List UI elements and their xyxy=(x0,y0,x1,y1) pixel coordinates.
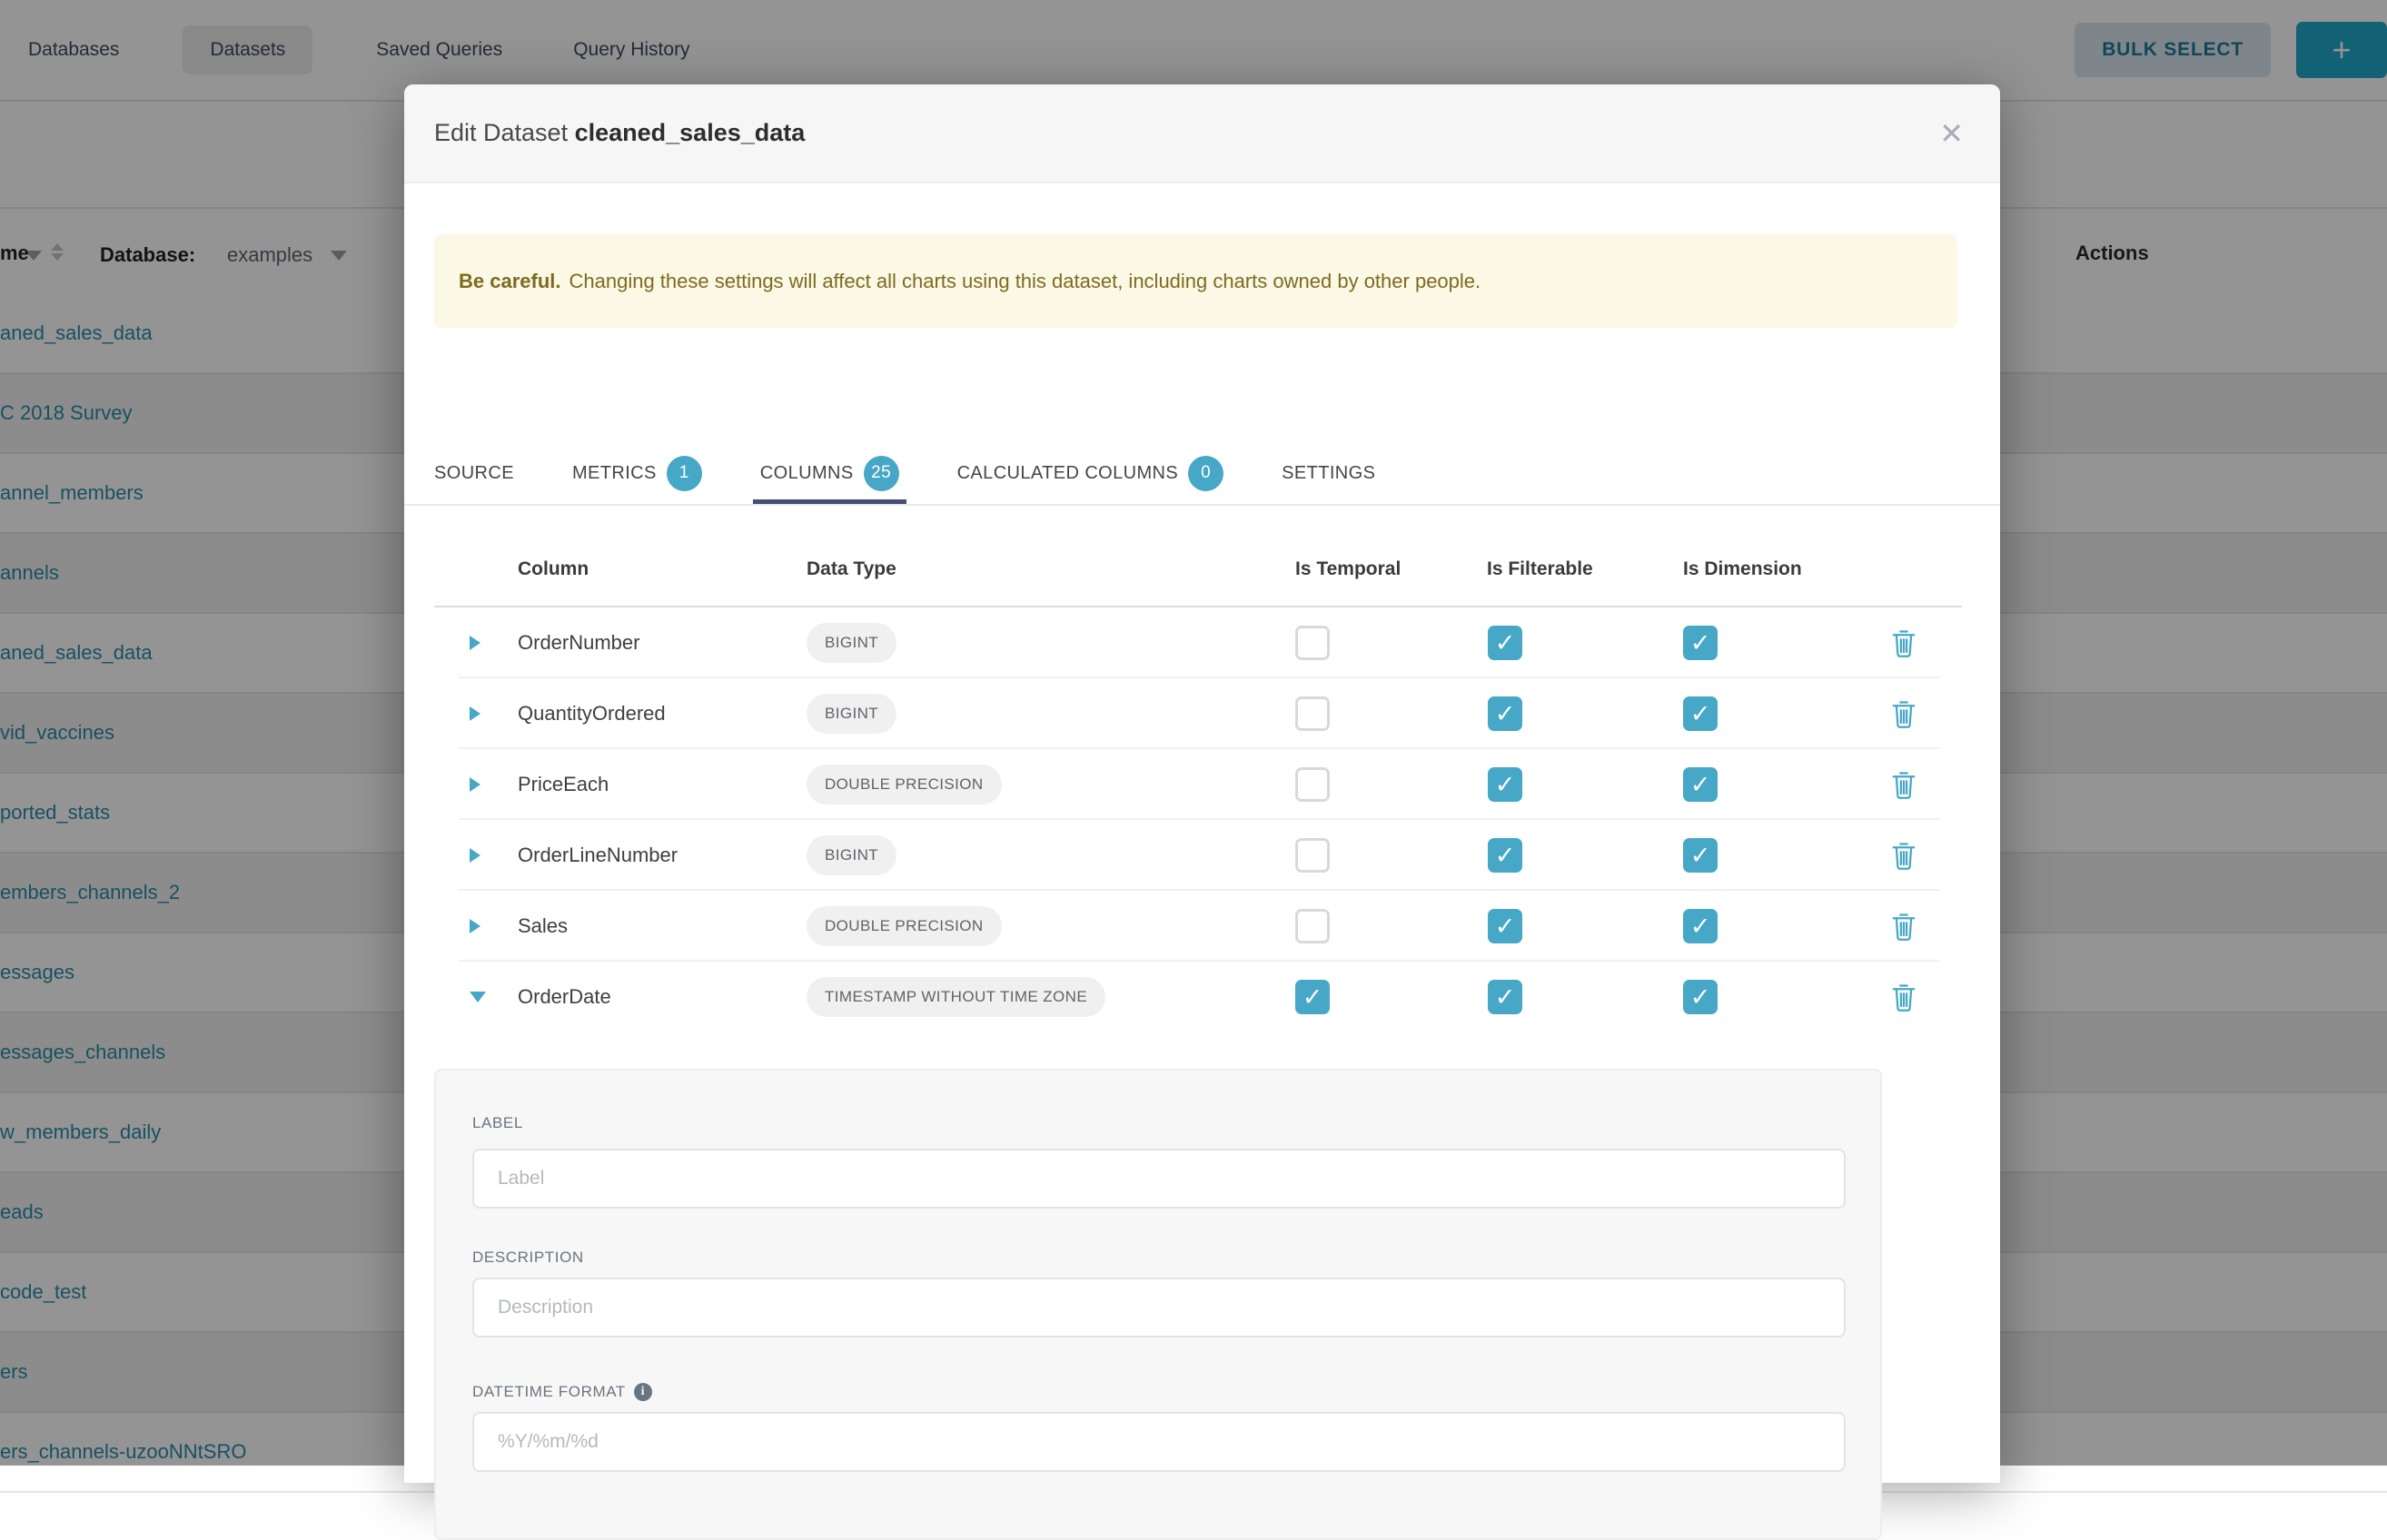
column-name: QuantityOrdered xyxy=(518,702,666,726)
column-row: Sales DOUBLE PRECISION xyxy=(404,891,2000,962)
column-name: Sales xyxy=(518,914,568,938)
checkbox-is-filterable[interactable] xyxy=(1488,838,1522,873)
datetime-format-field-label: DATETIME FORMAT i xyxy=(472,1383,652,1401)
modal-tab[interactable]: COLUMNS 25 xyxy=(760,440,899,506)
checkbox-is-filterable[interactable] xyxy=(1488,767,1522,802)
data-type-pill: DOUBLE PRECISION xyxy=(807,906,1002,946)
header-is-dimension: Is Dimension xyxy=(1683,558,1802,580)
tab-count-badge: 1 xyxy=(667,456,702,491)
column-row: QuantityOrdered BIGINT xyxy=(404,678,2000,749)
delete-column-button[interactable] xyxy=(1890,982,1917,1012)
column-name: OrderLineNumber xyxy=(518,844,678,867)
header-column: Column xyxy=(518,558,589,580)
modal-tab-label: COLUMNS xyxy=(760,463,854,484)
modal-tab-bar: SOURCE METRICS 1 COLUMNS 25 CALCULATED C… xyxy=(434,440,1375,506)
expand-caret-icon[interactable] xyxy=(470,848,480,863)
header-is-filterable: Is Filterable xyxy=(1487,558,1593,580)
column-name: PriceEach xyxy=(518,773,609,796)
checkbox-is-dimension[interactable] xyxy=(1683,767,1718,802)
modal-title-dataset-name: cleaned_sales_data xyxy=(575,119,806,146)
modal-tab[interactable]: SOURCE xyxy=(434,440,514,506)
column-name: OrderDate xyxy=(518,985,611,1009)
checkbox-is-dimension[interactable] xyxy=(1683,838,1718,873)
checkbox-is-dimension[interactable] xyxy=(1683,626,1718,660)
warning-banner: Be careful. Changing these settings will … xyxy=(434,234,1957,328)
warning-bold-text: Be careful. xyxy=(459,270,561,292)
delete-column-button[interactable] xyxy=(1890,698,1917,729)
superset-datasets-page: { "colors": { "accent": "#46a7c6", "tab_… xyxy=(0,0,2387,1466)
checkbox-is-temporal[interactable] xyxy=(1295,909,1330,943)
modal-tab[interactable]: CALCULATED COLUMNS 0 xyxy=(957,440,1224,506)
modal-header: Edit Dataset cleaned_sales_data ✕ xyxy=(404,84,2000,183)
column-row: PriceEach DOUBLE PRECISION xyxy=(404,749,2000,820)
data-type-pill: DOUBLE PRECISION xyxy=(807,765,1002,805)
data-type-pill: BIGINT xyxy=(807,694,896,734)
label-input[interactable] xyxy=(472,1149,1846,1209)
columns-table: OrderNumber BIGINT QuantityOrdered BIGIN… xyxy=(404,607,2000,1032)
column-row: OrderLineNumber BIGINT xyxy=(404,820,2000,891)
checkbox-is-filterable[interactable] xyxy=(1488,980,1522,1014)
expand-caret-icon[interactable] xyxy=(470,992,486,1002)
expand-caret-icon[interactable] xyxy=(470,636,480,650)
modal-tab[interactable]: METRICS 1 xyxy=(572,440,702,506)
expand-caret-icon[interactable] xyxy=(470,706,480,721)
trash-icon xyxy=(1890,982,1917,1012)
checkbox-is-temporal[interactable] xyxy=(1295,696,1330,731)
checkbox-is-temporal[interactable] xyxy=(1295,838,1330,873)
tab-count-badge: 0 xyxy=(1188,456,1223,491)
datetime-format-input[interactable] xyxy=(472,1412,1846,1472)
columns-table-header: Column Data Type Is Temporal Is Filterab… xyxy=(404,551,2000,606)
trash-icon xyxy=(1890,698,1917,729)
checkbox-is-temporal[interactable] xyxy=(1295,626,1330,660)
column-detail-panel: LABEL DESCRIPTION DATETIME FORMAT i xyxy=(434,1069,1882,1540)
trash-icon xyxy=(1890,911,1917,942)
header-is-temporal: Is Temporal xyxy=(1295,558,1401,580)
trash-icon xyxy=(1890,769,1917,800)
checkbox-is-filterable[interactable] xyxy=(1488,626,1522,660)
tab-count-badge: 25 xyxy=(864,456,899,491)
modal-tab-label: CALCULATED COLUMNS xyxy=(957,463,1179,484)
data-type-pill: TIMESTAMP WITHOUT TIME ZONE xyxy=(807,977,1105,1017)
trash-icon xyxy=(1890,627,1917,658)
checkbox-is-temporal[interactable] xyxy=(1295,980,1330,1014)
column-row: OrderDate TIMESTAMP WITHOUT TIME ZONE xyxy=(404,962,2000,1032)
divider xyxy=(404,504,2000,506)
trash-icon xyxy=(1890,840,1917,871)
info-icon[interactable]: i xyxy=(634,1383,652,1401)
label-field-label: LABEL xyxy=(472,1114,523,1132)
close-icon[interactable]: ✕ xyxy=(1939,84,1964,182)
checkbox-is-dimension[interactable] xyxy=(1683,980,1718,1014)
data-type-pill: BIGINT xyxy=(807,623,896,663)
warning-text: Changing these settings will affect all … xyxy=(570,270,1481,292)
delete-column-button[interactable] xyxy=(1890,840,1917,871)
edit-dataset-modal: Edit Dataset cleaned_sales_data ✕ Be car… xyxy=(404,84,2000,1483)
modal-tab-label: SETTINGS xyxy=(1282,463,1375,484)
expand-caret-icon[interactable] xyxy=(470,777,480,792)
delete-column-button[interactable] xyxy=(1890,769,1917,800)
column-row: OrderNumber BIGINT xyxy=(404,607,2000,678)
modal-title-prefix: Edit Dataset xyxy=(434,119,568,146)
expand-caret-icon[interactable] xyxy=(470,919,480,933)
delete-column-button[interactable] xyxy=(1890,627,1917,658)
checkbox-is-temporal[interactable] xyxy=(1295,767,1330,802)
checkbox-is-filterable[interactable] xyxy=(1488,696,1522,731)
description-field-label: DESCRIPTION xyxy=(472,1249,584,1267)
delete-column-button[interactable] xyxy=(1890,911,1917,942)
data-type-pill: BIGINT xyxy=(807,835,896,875)
modal-tab[interactable]: SETTINGS xyxy=(1282,440,1375,506)
checkbox-is-dimension[interactable] xyxy=(1683,909,1718,943)
modal-tab-label: SOURCE xyxy=(434,463,514,484)
modal-tab-label: METRICS xyxy=(572,463,657,484)
header-data-type: Data Type xyxy=(807,558,896,580)
modal-title: Edit Dataset cleaned_sales_data xyxy=(434,119,805,147)
description-input[interactable] xyxy=(472,1278,1846,1338)
checkbox-is-filterable[interactable] xyxy=(1488,909,1522,943)
checkbox-is-dimension[interactable] xyxy=(1683,696,1718,731)
column-name: OrderNumber xyxy=(518,631,639,655)
